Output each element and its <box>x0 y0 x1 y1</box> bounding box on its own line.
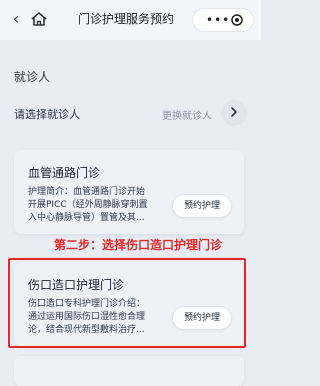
patient-placeholder: 请选择就诊人 <box>14 108 80 121</box>
service-card-next <box>14 356 244 386</box>
patient-chevron-button[interactable] <box>222 100 246 124</box>
chevron-right-icon <box>231 107 237 117</box>
book-vascular-button[interactable]: 预约护理 <box>172 194 232 218</box>
mini-program-capsule: ••• <box>192 8 254 32</box>
close-target-icon[interactable] <box>231 14 243 26</box>
page-title: 门诊护理服务预约 <box>78 12 175 26</box>
highlight-box <box>8 258 246 348</box>
service-title: 血管通路门诊 <box>28 166 101 180</box>
service-desc-line: 开展PICC（经外周静脉穿刺置 <box>28 200 148 210</box>
more-icon[interactable]: ••• <box>206 13 230 27</box>
home-icon[interactable] <box>30 11 48 27</box>
patient-section-title: 就诊人 <box>14 70 51 84</box>
back-icon[interactable]: ‹ <box>8 10 24 28</box>
service-desc-line: 入中心静脉导管）置管及其... <box>28 213 145 223</box>
service-desc-line: 护理简介：血管通路门诊开始 <box>28 187 146 197</box>
service-card-vascular: 血管通路门诊 护理简介：血管通路门诊开始 开展PICC（经外周静脉穿刺置 入中心… <box>14 150 244 234</box>
service-description: 护理简介：血管通路门诊开始 开展PICC（经外周静脉穿刺置 入中心静脉导管）置管… <box>28 186 166 225</box>
patient-selector[interactable]: 请选择就诊人 更换就诊人 <box>0 98 261 130</box>
change-patient-link[interactable]: 更换就诊人 <box>162 107 212 122</box>
step-annotation: 第二步：选择伤口造口护理门诊 <box>54 238 223 252</box>
top-navbar: ‹ 门诊护理服务预约 ••• <box>0 0 261 40</box>
